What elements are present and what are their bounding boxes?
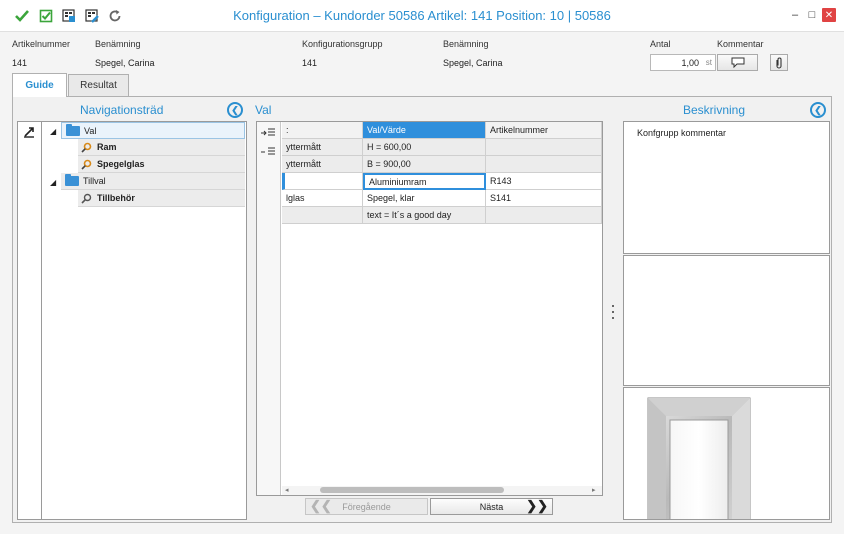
artikelnummer-value: 141 [12, 58, 28, 68]
maximize-icon[interactable]: □ [805, 8, 819, 22]
scroll-left-icon[interactable]: ◂ [285, 486, 289, 494]
outdent-icon[interactable] [260, 147, 276, 159]
grid-header-col[interactable]: Val/Värde [363, 122, 486, 139]
tab-guide[interactable]: Guide [12, 73, 67, 97]
key-search-icon [81, 142, 92, 153]
grid-row-tools [257, 122, 281, 495]
pin-tree-icon[interactable] [23, 126, 35, 140]
scroll-right-icon[interactable]: ▸ [592, 486, 596, 494]
grid-cell[interactable]: Spegel, klar [363, 190, 486, 207]
tree-item-spegelglas[interactable]: Spegelglas [78, 156, 245, 173]
expand-tillval-icon[interactable]: ◢ [50, 178, 56, 187]
description-text-box [623, 255, 830, 386]
antal-label: Antal [650, 39, 671, 49]
panel-splitter[interactable] [611, 305, 615, 319]
description-title: Beskrivning [683, 103, 746, 117]
artikelnummer-label: Artikelnummer [12, 39, 71, 49]
antal-unit: st [705, 58, 712, 67]
grid-cell[interactable] [282, 207, 363, 224]
description-comment-box: Konfgrupp kommentar [623, 121, 830, 254]
grid-cell[interactable] [486, 139, 602, 156]
konfigurationsgrupp-label: Konfigurationsgrupp [302, 39, 383, 49]
tree-item-label: Spegelglas [97, 159, 145, 169]
grid-cell[interactable]: S141 [486, 190, 602, 207]
search-icon [81, 193, 92, 204]
tree-item-tillbehor[interactable]: Tillbehör [78, 190, 245, 207]
tree-item-ram[interactable]: Ram [78, 139, 245, 156]
grid-title: Val [255, 103, 272, 117]
comment-button[interactable] [717, 54, 758, 71]
benamning2-value: Spegel, Carina [443, 58, 503, 68]
tree-item-tillval[interactable]: Tillval [61, 173, 245, 190]
folder-icon [66, 123, 80, 136]
navigation-title: Navigationsträd [80, 103, 164, 117]
mirror-image [647, 397, 751, 519]
tree-item-label: Tillval [83, 176, 106, 186]
attachment-button[interactable] [770, 54, 788, 71]
tree-item-val[interactable]: Val [61, 122, 245, 139]
benamning-value: Spegel, Carina [95, 58, 155, 68]
antal-input[interactable]: 1,00 st [650, 54, 716, 71]
benamning2-label: Benämning [443, 39, 489, 49]
grid-cell[interactable] [282, 173, 363, 190]
benamning-label: Benämning [95, 39, 141, 49]
collapse-navigation-icon[interactable]: ❮ [227, 102, 243, 118]
speech-bubble-icon [731, 57, 744, 68]
double-chevron-left-icon: ❮❮ [310, 498, 332, 513]
grid-cell[interactable]: yttermått [282, 139, 363, 156]
product-image [623, 387, 830, 520]
tree-item-label: Tillbehör [97, 193, 135, 203]
key-search-icon [81, 159, 92, 170]
kommentar-label: Kommentar [717, 39, 764, 49]
next-button-label: Nästa [479, 501, 504, 512]
antal-value: 1,00 [681, 58, 699, 68]
indent-icon[interactable] [260, 128, 276, 140]
grid-cell[interactable]: R143 [486, 173, 602, 190]
window-title: Konfiguration – Kundorder 50586 Artikel:… [233, 8, 611, 23]
grid-cell[interactable]: B = 900,00 [363, 156, 486, 173]
grid-cell-selected[interactable]: Aluminiumram [363, 173, 486, 190]
grid-cell[interactable]: yttermått [282, 156, 363, 173]
tree-item-label: Ram [97, 142, 117, 152]
title-bar: Konfiguration – Kundorder 50586 Artikel:… [0, 0, 844, 32]
tree-gutter [18, 122, 42, 519]
close-icon[interactable]: ✕ [822, 8, 836, 22]
tab-resultat[interactable]: Resultat [68, 74, 129, 96]
grid-cell[interactable]: lglas [282, 190, 363, 207]
collapse-description-icon[interactable]: ❮ [810, 102, 826, 118]
grid-cell[interactable] [486, 207, 602, 224]
grid-cell[interactable] [486, 156, 602, 173]
next-button[interactable]: Nästa ❯❯ [430, 498, 553, 515]
paperclip-icon [776, 57, 782, 69]
previous-button-label: Föregående [342, 501, 391, 512]
tree-item-label: Val [84, 125, 97, 136]
grid-cell[interactable]: H = 600,00 [363, 139, 486, 156]
grid-header-col[interactable]: Artikelnummer [486, 122, 602, 139]
folder-icon [65, 174, 79, 186]
grid-header-col[interactable]: : [282, 122, 363, 139]
scrollbar-thumb[interactable] [320, 487, 504, 493]
grid-cell[interactable]: text = It´s a good day [363, 207, 486, 224]
double-chevron-right-icon: ❯❯ [526, 498, 548, 513]
minimize-icon[interactable]: – [788, 8, 802, 22]
previous-button[interactable]: ❮❮ Föregående [305, 498, 428, 515]
description-comment: Konfgrupp kommentar [637, 128, 727, 138]
konfigurationsgrupp-value: 141 [302, 58, 318, 68]
expand-val-icon[interactable]: ◢ [50, 127, 56, 136]
